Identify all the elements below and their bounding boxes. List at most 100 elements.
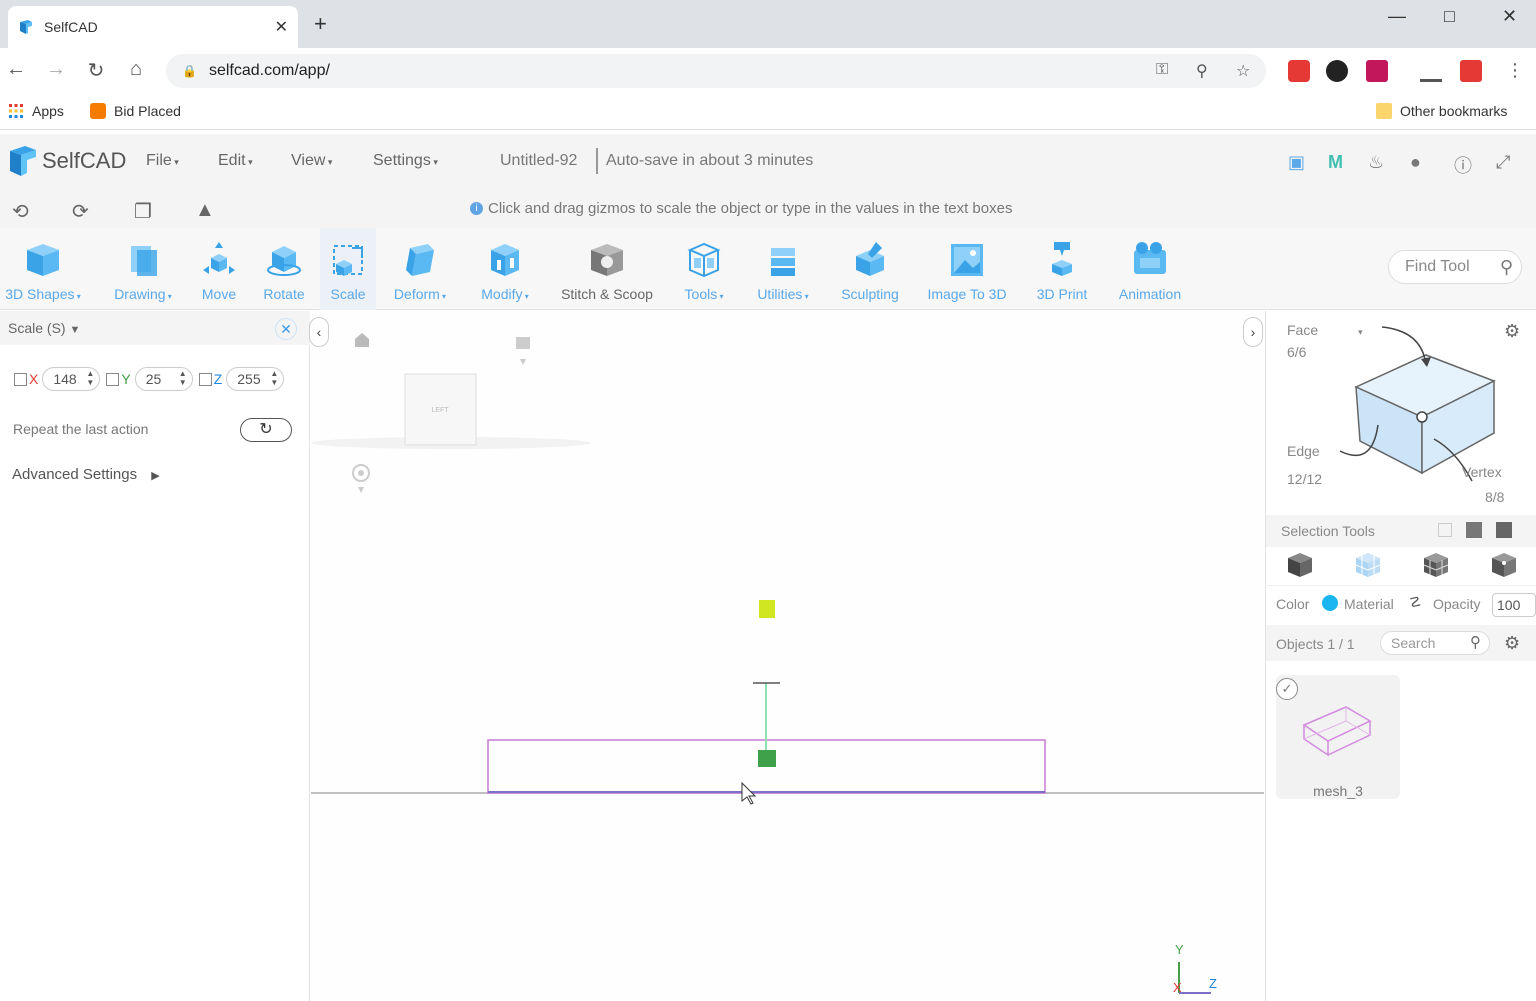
undo-icon[interactable]: ⟲	[12, 199, 29, 224]
close-window-icon[interactable]: ✕	[1502, 6, 1517, 27]
tool-label: Drawing ▾	[114, 286, 172, 302]
menu-view[interactable]: View ▾	[291, 152, 332, 170]
tool-rotate[interactable]: Rotate	[256, 228, 312, 310]
back-icon[interactable]: ←	[4, 58, 28, 81]
lock-icon: 🔒	[182, 64, 197, 78]
select-face-icon[interactable]	[1354, 551, 1382, 579]
vertex-label[interactable]: Vertex	[1462, 464, 1502, 480]
other-bookmarks[interactable]: Other bookmarks	[1376, 103, 1507, 119]
z-stepper-icon[interactable]: ▲ ▼	[270, 369, 278, 387]
opacity-input[interactable]: 100	[1492, 593, 1536, 617]
camera-icon[interactable]	[516, 337, 530, 365]
3d-viewport[interactable]: ‹ › LEFT Y X Z	[309, 311, 1264, 1001]
x-scale-input[interactable]: 148 ▲ ▼	[42, 367, 101, 391]
star-icon[interactable]: ☆	[1236, 61, 1250, 81]
save-icon[interactable]: ▣	[1288, 152, 1305, 173]
selfcad-logo[interactable]: SelfCAD	[8, 144, 126, 178]
tool-stitch-scoop[interactable]: Stitch & Scoop	[552, 228, 662, 310]
tool-3d-print[interactable]: 3D Print	[1028, 228, 1096, 310]
user-icon[interactable]: ●	[1410, 152, 1421, 173]
fullscreen-icon[interactable]: ⤢	[1496, 152, 1510, 173]
browser-menu-icon[interactable]: ⋮	[1506, 60, 1524, 81]
home-icon[interactable]: ⌂	[124, 58, 148, 81]
search-icon[interactable]: ⚲	[1500, 251, 1513, 283]
tool-drawing[interactable]: Drawing ▾	[102, 228, 184, 310]
info-icon[interactable]: ⓘ	[1454, 152, 1472, 178]
forward-icon[interactable]: →	[44, 58, 68, 81]
tool-scale[interactable]: Scale	[320, 228, 376, 310]
logo-text: SelfCAD	[42, 148, 127, 173]
y-scale-input[interactable]: 25 ▲ ▼	[134, 367, 193, 391]
y-lock-checkbox[interactable]	[106, 372, 120, 386]
advanced-settings-toggle[interactable]: Advanced Settings ▶	[12, 466, 160, 483]
extension-red-icon[interactable]	[1288, 60, 1310, 82]
menu-file-label: File	[146, 152, 172, 169]
z-scale-input[interactable]: 255 ▲ ▼	[226, 367, 285, 391]
trash-icon[interactable]: ▲	[195, 199, 215, 222]
tool-utilities[interactable]: Utilities ▾	[746, 228, 820, 310]
orbit-icon[interactable]	[352, 464, 370, 493]
extension-pink-icon[interactable]	[1366, 60, 1388, 82]
color-swatch[interactable]	[1322, 595, 1338, 611]
select-edge-icon[interactable]	[1422, 551, 1450, 579]
select-add-icon[interactable]	[1466, 522, 1482, 538]
close-panel-icon[interactable]: ✕	[275, 318, 297, 340]
objects-search-input[interactable]: Search ⚲	[1380, 631, 1490, 655]
extension-colorful-icon[interactable]	[1460, 60, 1482, 82]
media-control-icon[interactable]	[1420, 60, 1442, 82]
tool-move[interactable]: Move	[192, 228, 246, 310]
material-label[interactable]: Material	[1344, 596, 1394, 612]
extension-k-icon[interactable]	[1326, 60, 1348, 82]
menu-settings[interactable]: Settings ▾	[373, 152, 438, 170]
home-view-icon[interactable]	[355, 333, 369, 347]
redo-icon[interactable]: ⟳	[72, 199, 89, 224]
tool-animation[interactable]: Animation	[1108, 228, 1192, 310]
x-stepper-icon[interactable]: ▲ ▼	[86, 369, 94, 387]
scale-panel-title[interactable]: Scale (S) ▼	[8, 320, 80, 336]
menu-file[interactable]: File ▾	[146, 152, 179, 170]
repeat-last-action-button[interactable]: ↻	[240, 418, 292, 442]
scale-gizmo-yellow-handle[interactable]	[759, 600, 775, 618]
z-lock-checkbox[interactable]	[198, 372, 212, 386]
select-subtract-icon[interactable]	[1496, 522, 1512, 538]
tab-close-icon[interactable]: ✕	[275, 17, 288, 37]
object-checked-icon[interactable]: ✓	[1276, 678, 1298, 700]
objects-search-icon[interactable]: ⚲	[1470, 632, 1481, 654]
select-vertex-icon[interactable]	[1490, 551, 1518, 579]
x-lock-checkbox[interactable]	[14, 372, 27, 386]
menu-edit[interactable]: Edit ▾	[218, 152, 253, 170]
y-stepper-icon[interactable]: ▲ ▼	[179, 369, 187, 387]
viewport-canvas[interactable]: LEFT Y X Z	[311, 311, 1264, 1001]
tool-tools[interactable]: Tools ▾	[672, 228, 736, 310]
bookmark-apps[interactable]: Apps	[8, 103, 64, 119]
vertex-count: 8/8	[1485, 489, 1505, 505]
maximize-icon[interactable]: □	[1444, 6, 1455, 27]
tool-image-to-3d[interactable]: Image To 3D	[918, 228, 1016, 310]
bookmark-bid-placed[interactable]: Bid Placed	[90, 103, 181, 119]
browser-tab-bar: SelfCAD ✕ + — □ ✕	[0, 0, 1536, 48]
minimize-icon[interactable]: —	[1388, 6, 1406, 27]
scale-gizmo-green-handle[interactable]	[758, 750, 776, 767]
document-title[interactable]: Untitled-92	[500, 152, 577, 170]
select-object-icon[interactable]	[1286, 551, 1314, 579]
objects-settings-gear-icon[interactable]: ⚙	[1504, 633, 1520, 654]
url-input[interactable]: 🔒 selfcad.com/app/ ⚿ ⚲ ☆	[166, 54, 1266, 88]
bell-icon[interactable]: ♨	[1368, 152, 1384, 173]
new-tab-button[interactable]: +	[314, 13, 327, 35]
tool-3d-shapes[interactable]: 3D Shapes ▾	[0, 228, 86, 310]
zoom-icon[interactable]: ⚲	[1196, 61, 1208, 81]
reload-icon[interactable]: ↻	[84, 58, 108, 83]
m-icon[interactable]: M	[1328, 152, 1343, 173]
tool-deform[interactable]: Deform ▾	[384, 228, 456, 310]
object-card-mesh-3[interactable]: ✓ mesh_3	[1276, 675, 1400, 799]
key-icon[interactable]: ⚿	[1156, 61, 1168, 79]
find-tool-input[interactable]: Find Tool ⚲	[1388, 250, 1522, 284]
copy-icon[interactable]: ❐	[134, 199, 152, 224]
tool-modify[interactable]: Modify ▾	[470, 228, 540, 310]
browser-tab[interactable]: SelfCAD ✕	[8, 6, 298, 48]
scale-xyz-row: X 148 ▲ ▼ Y 25 ▲ ▼ Z 255 ▲ ▼	[14, 367, 290, 391]
select-new-icon[interactable]	[1438, 523, 1452, 537]
edge-label[interactable]: Edge	[1287, 443, 1320, 459]
tool-sculpting[interactable]: Sculpting	[834, 228, 906, 310]
material-icon[interactable]: ☡	[1409, 594, 1422, 611]
